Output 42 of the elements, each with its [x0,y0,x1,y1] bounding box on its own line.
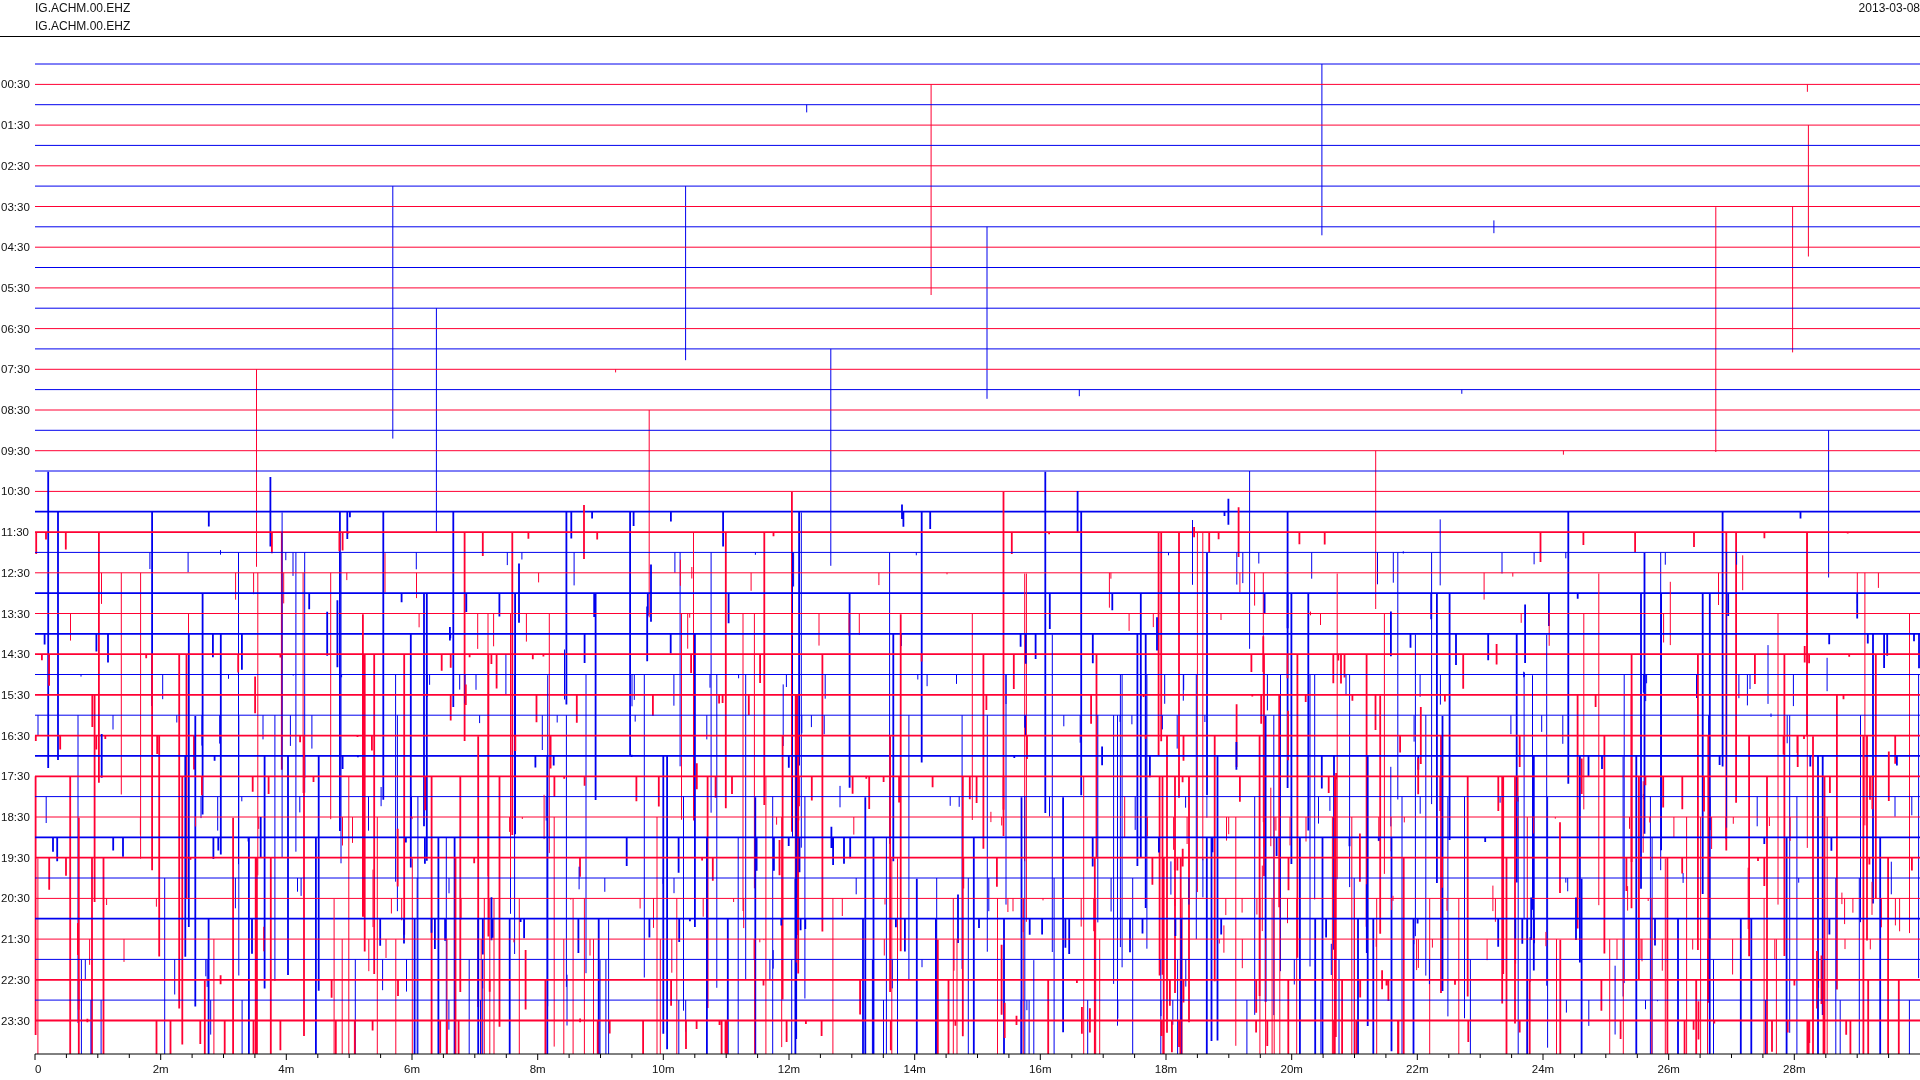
time-axis-label: 07:30 [1,363,30,376]
time-axis-label: 14:30 [1,648,30,661]
time-axis-label: 01:30 [1,119,30,132]
minute-axis-label: 20m [1280,1063,1303,1075]
time-axis-label: 18:30 [1,811,30,823]
time-axis-label: 02:30 [1,159,30,172]
minute-axis-label: 28m [1783,1063,1806,1075]
minute-axis-label: 18m [1154,1063,1178,1075]
time-axis-label: 08:30 [1,404,30,416]
minute-axis-label: 10m [652,1063,675,1075]
station-label: IG.ACHM.00.EHZ [35,19,131,34]
time-axis-label: 17:30 [1,770,30,783]
minute-axis-label: 6m [404,1063,420,1075]
station-label: IG.ACHM.00.EHZ [35,1,131,16]
time-axis-label: 00:30 [1,78,30,91]
time-axis-label: 11:30 [1,526,29,539]
time-axis-label: 06:30 [1,322,30,335]
time-axis-label: 03:30 [1,200,30,213]
time-axis-label: 21:30 [1,933,30,946]
time-axis-label: 12:30 [1,566,30,579]
minute-axis-label: 0 [35,1063,42,1075]
minute-axis-label: 12m [777,1063,801,1075]
minute-axis-label: 24m [1531,1063,1555,1075]
time-axis-label: 13:30 [1,607,30,620]
time-axis-label: 16:30 [1,729,30,742]
minute-axis-label: 16m [1029,1063,1052,1075]
minute-axis-label: 14m [903,1063,926,1075]
time-axis-label: 04:30 [1,241,30,254]
time-axis-label: 23:30 [1,1014,30,1027]
time-axis-label: 09:30 [1,444,30,457]
time-axis-label: 05:30 [1,281,30,294]
minute-axis-label: 2m [152,1063,169,1075]
minute-axis-label: 26m [1657,1063,1680,1075]
date-label: 2013-03-08 [1858,0,1920,17]
time-axis-label: 19:30 [1,851,30,864]
time-axis-label: 15:30 [1,688,30,701]
minute-axis-label: 22m [1406,1063,1429,1075]
time-axis-label: 20:30 [1,892,30,905]
minute-axis-label: 4m [278,1063,295,1075]
minute-axis-label: 8m [529,1063,546,1075]
time-axis-label: 22:30 [1,973,30,986]
time-axis-label: 10:30 [1,485,30,498]
